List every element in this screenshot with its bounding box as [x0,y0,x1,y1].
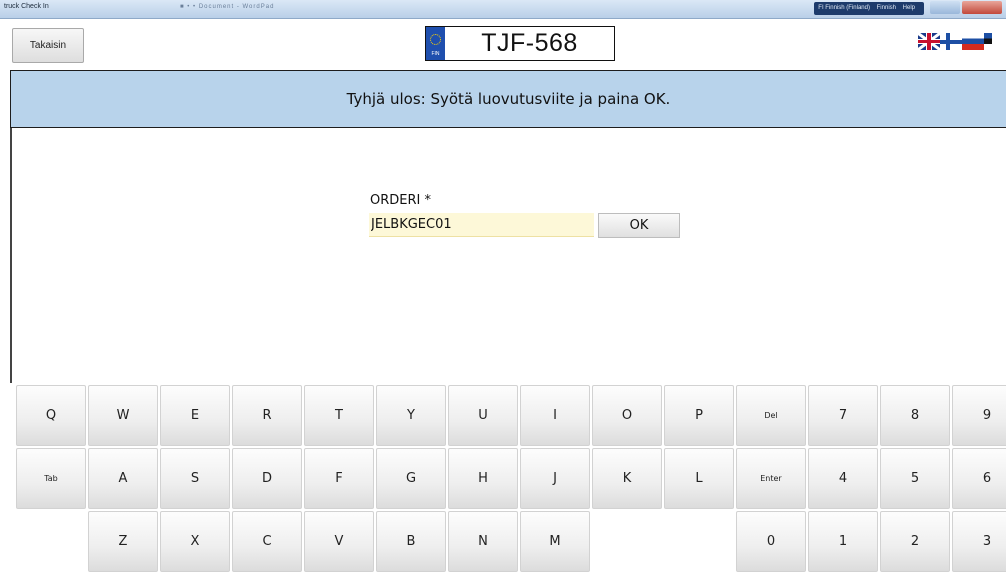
key-b[interactable]: B [376,511,446,572]
taskbar-app-text: ■ • • Document - WordPad [180,4,275,10]
ok-button[interactable]: OK [598,213,680,238]
key-a[interactable]: A [88,448,158,509]
instruction-banner: Tyhjä ulos: Syötä luovutusviite ja paina… [10,70,1006,128]
on-screen-keyboard: Q W E R T Y U I O P Del 7 8 9 Tab A S D F G H J K L Enter 4 5 6 Z X C V… [16,382,1006,572]
license-plate: FIN TJF-568 [425,26,615,61]
language-item[interactable]: FI Finnish (Finland) [818,5,870,11]
key-v[interactable]: V [304,511,374,572]
key-f[interactable]: F [304,448,374,509]
key-t[interactable]: T [304,385,374,446]
key-x[interactable]: X [160,511,230,572]
window-title-bar: truck Check In ■ • • Document - WordPad … [0,0,1006,19]
language-flags [918,33,992,51]
key-q[interactable]: Q [16,385,86,446]
key-p[interactable]: P [664,385,734,446]
estonia-flag-icon[interactable] [984,33,992,50]
help-item[interactable]: Help [903,5,915,11]
key-del[interactable]: Del [736,385,806,446]
key-o[interactable]: O [592,385,662,446]
key-6[interactable]: 6 [952,448,1006,509]
key-3[interactable]: 3 [952,511,1006,572]
uk-flag-icon[interactable] [918,33,940,50]
key-s[interactable]: S [160,448,230,509]
key-r[interactable]: R [232,385,302,446]
key-n[interactable]: N [448,511,518,572]
order-input[interactable] [369,213,594,237]
key-7[interactable]: 7 [808,385,878,446]
key-h[interactable]: H [448,448,518,509]
key-k[interactable]: K [592,448,662,509]
key-m[interactable]: M [520,511,590,572]
key-z[interactable]: Z [88,511,158,572]
key-l[interactable]: L [664,448,734,509]
key-y[interactable]: Y [376,385,446,446]
key-c[interactable]: C [232,511,302,572]
left-divider [10,128,12,383]
plate-country-code: FIN [431,51,440,57]
key-8[interactable]: 8 [880,385,950,446]
finland-flag-icon[interactable] [940,33,962,50]
key-tab[interactable]: Tab [16,448,86,509]
key-u[interactable]: U [448,385,518,446]
key-5[interactable]: 5 [880,448,950,509]
eu-flag-icon: FIN [426,27,445,60]
key-w[interactable]: W [88,385,158,446]
key-4[interactable]: 4 [808,448,878,509]
key-0[interactable]: 0 [736,511,806,572]
window-title: truck Check In [4,3,49,10]
window-minimize-button[interactable] [930,1,960,14]
key-enter[interactable]: Enter [736,448,806,509]
russia-flag-icon[interactable] [962,33,984,50]
key-9[interactable]: 9 [952,385,1006,446]
key-d[interactable]: D [232,448,302,509]
language-bar[interactable]: FI Finnish (Finland) Finnish Help [814,2,924,15]
window-close-button[interactable] [962,1,1002,14]
key-i[interactable]: I [520,385,590,446]
language-item[interactable]: Finnish [877,5,896,11]
order-field-label: ORDERI * [370,193,431,208]
eu-stars-icon [430,34,441,45]
key-e[interactable]: E [160,385,230,446]
key-1[interactable]: 1 [808,511,878,572]
key-g[interactable]: G [376,448,446,509]
key-2[interactable]: 2 [880,511,950,572]
key-j[interactable]: J [520,448,590,509]
back-button[interactable]: Takaisin [12,28,84,63]
plate-number: TJF-568 [481,29,578,57]
